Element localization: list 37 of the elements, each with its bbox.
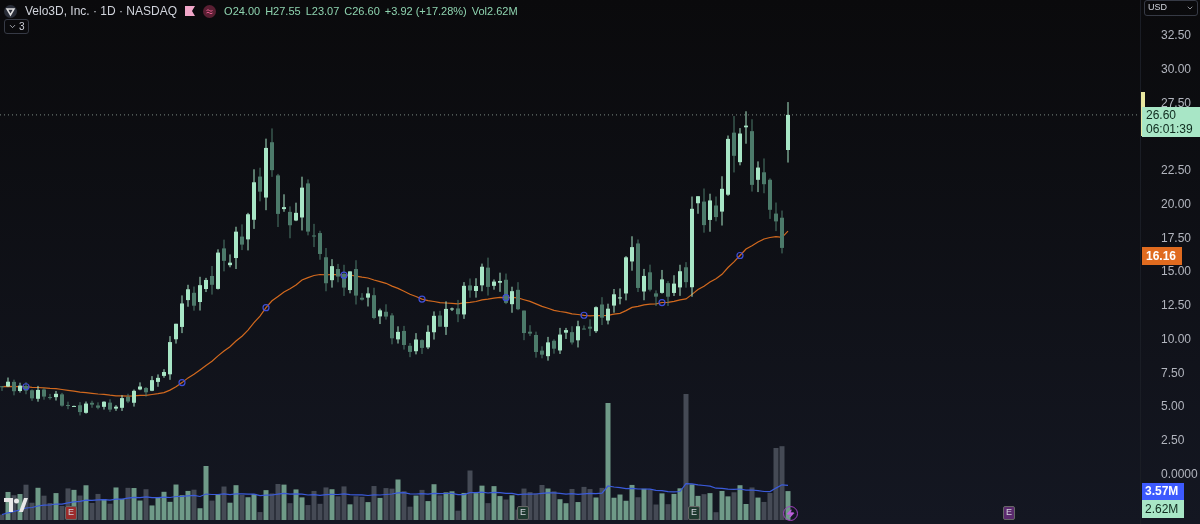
chevron-icon bbox=[8, 22, 17, 31]
logo-icon bbox=[4, 4, 17, 18]
wave-icon[interactable] bbox=[203, 4, 217, 18]
price-tick: 7.50 bbox=[1161, 365, 1185, 380]
volume-average-label: 3.57M bbox=[1142, 483, 1184, 500]
earnings-marker[interactable]: E bbox=[65, 506, 77, 520]
price-tick: 10.00 bbox=[1161, 331, 1192, 346]
price-tick: 27.50 bbox=[1161, 95, 1192, 110]
legend-value: L23.07 bbox=[305, 3, 340, 19]
legend-value: Vol2.62M bbox=[471, 3, 518, 19]
legend-value: O24.00 bbox=[224, 3, 261, 19]
symbol-title[interactable]: Velo3D, Inc. · 1D · NASDAQ bbox=[25, 2, 178, 20]
flag-icon[interactable] bbox=[185, 6, 196, 16]
price-tick: 12.50 bbox=[1161, 298, 1192, 313]
price-tick: 0.0000 bbox=[1161, 467, 1198, 481]
legend-value: +3.92 (+17.28%) bbox=[384, 3, 467, 19]
price-tick: 15.00 bbox=[1161, 264, 1192, 279]
volume-label: 2.62M bbox=[1142, 500, 1184, 518]
last-price: 26.60 bbox=[1146, 108, 1178, 122]
currency-dropdown[interactable]: USD bbox=[1144, 0, 1198, 16]
price-tick: 5.00 bbox=[1161, 399, 1185, 414]
price-tick: 20.00 bbox=[1161, 196, 1192, 211]
tradingview-logo-icon[interactable] bbox=[4, 498, 28, 512]
indicators-toggle[interactable]: 3 bbox=[4, 19, 29, 34]
price-tick: 32.50 bbox=[1161, 28, 1192, 42]
price-tick: 30.00 bbox=[1161, 61, 1192, 76]
earnings-marker[interactable]: E bbox=[688, 506, 700, 520]
legend-value: C26.60 bbox=[344, 3, 380, 19]
chevron-icon bbox=[1186, 4, 1194, 12]
earnings-marker[interactable]: E bbox=[1003, 506, 1015, 520]
legend-value: H27.55 bbox=[265, 3, 301, 19]
earnings-marker[interactable]: E bbox=[517, 506, 529, 520]
moving-average-label: 16.16 bbox=[1142, 247, 1182, 265]
price-tick: 2.50 bbox=[1161, 433, 1185, 448]
price-tick: 22.50 bbox=[1161, 163, 1192, 178]
countdown-timer: 06:01:39 bbox=[1146, 122, 1194, 136]
price-tick: 17.50 bbox=[1161, 230, 1192, 245]
